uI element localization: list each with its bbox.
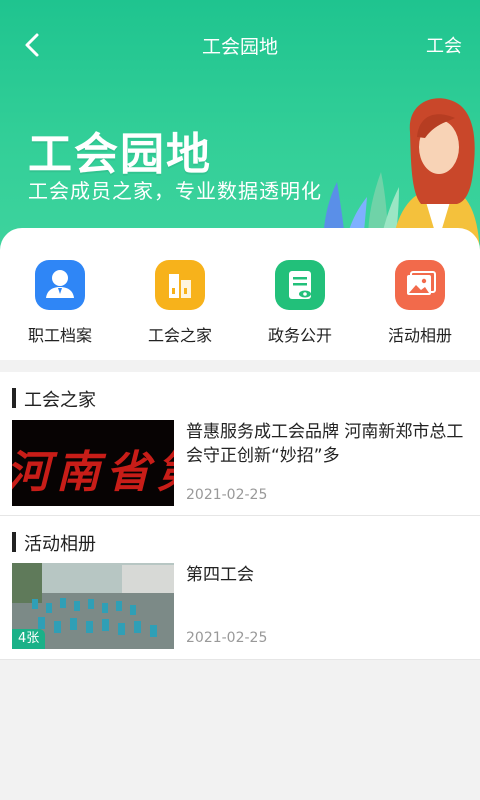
- menu-label: 政务公开: [267, 326, 332, 345]
- section-title: 活动相册: [24, 534, 96, 555]
- article-title: 普惠服务成工会品牌 河南新郑市总工会守正创新“妙招”多: [186, 422, 464, 466]
- album-title: 第四工会: [186, 565, 254, 585]
- section-accent-bar: [12, 532, 16, 552]
- hero-title: 工会园地: [28, 129, 212, 180]
- thumbnail-calligraphy: 河南省第: [12, 447, 174, 498]
- section-title: 工会之家: [24, 390, 96, 411]
- menu-item-employee-profile[interactable]: 职工档案: [10, 260, 110, 350]
- top-nav-bar: 工会园地 工会: [0, 0, 480, 90]
- menu-item-photo-album[interactable]: 活动相册: [370, 260, 470, 350]
- union-home-building-icon: [155, 260, 205, 310]
- menu-label: 工会之家: [147, 326, 212, 345]
- photo-album-icon: [395, 260, 445, 310]
- divider: [0, 659, 480, 660]
- article-date: 2021-02-25: [186, 487, 268, 503]
- menu-item-union-home[interactable]: 工会之家: [130, 260, 230, 350]
- album-date: 2021-02-25: [186, 630, 268, 646]
- menu-label: 职工档案: [27, 326, 92, 345]
- hero-subtitle: 工会成员之家，专业数据透明化: [28, 179, 322, 203]
- nav-right-link[interactable]: 工会: [426, 32, 462, 58]
- section-accent-bar: [12, 388, 16, 408]
- quick-menu: 职工档案 工会之家 政务公开 活动相册: [0, 228, 480, 360]
- section-photo-album: 活动相册 4张 第四工会 2021-02-25: [0, 516, 480, 660]
- page-title: 工会园地: [201, 36, 278, 58]
- menu-item-gov-affairs[interactable]: 政务公开: [250, 260, 350, 350]
- album-thumbnail: 4张: [12, 563, 174, 649]
- article-thumbnail: 河南省第: [12, 420, 174, 506]
- album-item[interactable]: 4张 第四工会 2021-02-25: [12, 563, 468, 653]
- menu-label: 活动相册: [387, 326, 452, 345]
- gov-document-icon: [275, 260, 325, 310]
- hero-banner: 工会园地 工会 工会园地 工会成员之家，专业数据透明化: [0, 0, 480, 262]
- employee-profile-icon: [35, 260, 85, 310]
- article-item[interactable]: 河南省第 普惠服务成工会品牌 河南新郑市总工会守正创新“妙招”多 2021-02…: [12, 420, 468, 510]
- photo-count-badge: 4张: [12, 629, 46, 649]
- section-union-home: 工会之家 河南省第 普惠服务成工会品牌 河南新郑市总工会守正创新“妙招”多 20…: [0, 372, 480, 516]
